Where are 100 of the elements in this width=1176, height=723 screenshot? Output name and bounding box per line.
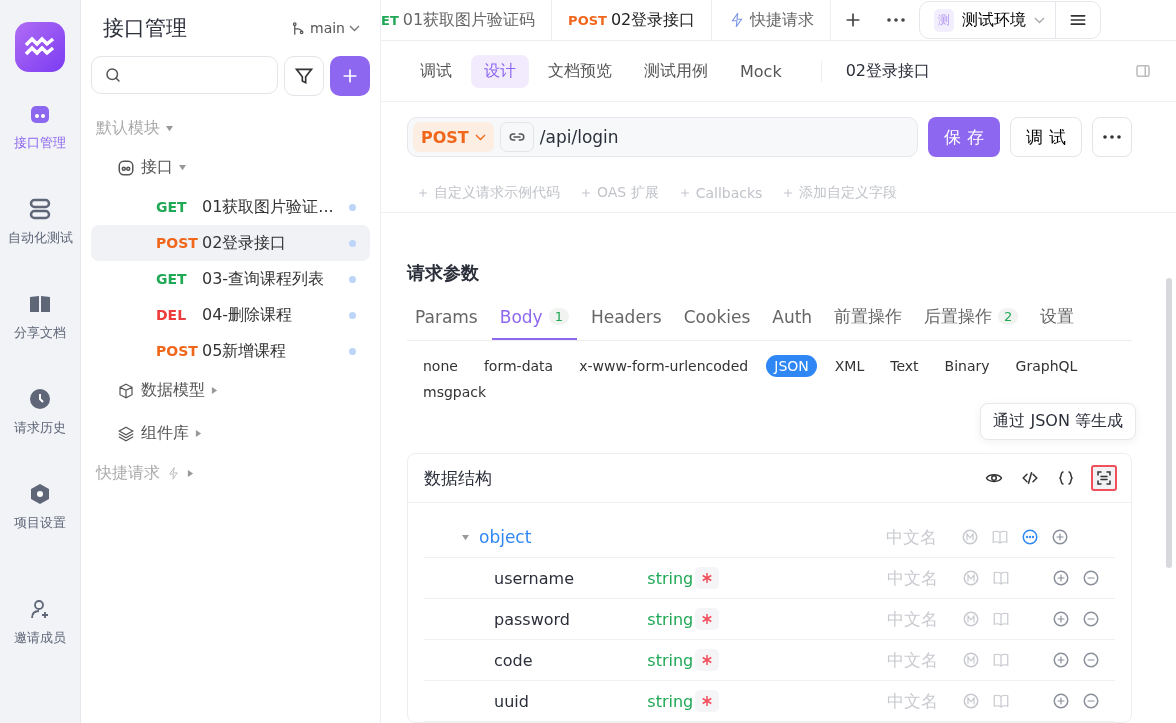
- generate-button[interactable]: [1091, 465, 1117, 491]
- more-icon: [1103, 135, 1121, 140]
- param-tab[interactable]: 后置操作 2: [916, 297, 1027, 340]
- folder-label[interactable]: 接口: [141, 157, 173, 178]
- body-type-option[interactable]: x-www-form-urlencoded: [571, 355, 757, 377]
- book-icon[interactable]: [991, 610, 1010, 628]
- mock-icon[interactable]: [961, 528, 980, 546]
- folder-label[interactable]: 数据模型: [141, 380, 205, 401]
- param-tab[interactable]: Params: [407, 297, 486, 340]
- mock-icon[interactable]: [961, 569, 980, 587]
- chevron-down-icon[interactable]: [1034, 16, 1046, 24]
- url-field[interactable]: POST /api/login: [407, 117, 918, 158]
- filter-button[interactable]: [284, 56, 324, 96]
- schema-title: 数据结构: [424, 466, 493, 490]
- field-type[interactable]: string: [647, 568, 694, 588]
- mock-icon[interactable]: [961, 610, 980, 628]
- tree-item[interactable]: POST 05新增课程: [91, 333, 370, 369]
- field-name: password: [493, 609, 571, 629]
- chevron-down-icon[interactable]: [474, 133, 486, 141]
- tree-item[interactable]: POST 02登录接口: [91, 225, 370, 261]
- caret-down-icon[interactable]: [166, 124, 173, 132]
- required-toggle[interactable]: [695, 649, 720, 671]
- param-tab[interactable]: Cookies: [675, 297, 759, 340]
- caret-right-icon[interactable]: [187, 469, 194, 477]
- param-tab[interactable]: 前置操作: [826, 297, 911, 340]
- sidebar-title: 接口管理: [103, 15, 187, 42]
- search-field[interactable]: [91, 56, 278, 94]
- more-icon[interactable]: [1021, 528, 1040, 546]
- remove-icon[interactable]: [1081, 651, 1100, 669]
- tree-item[interactable]: GET 01获取图片验证...: [91, 189, 370, 225]
- caret-down-icon[interactable]: [462, 533, 469, 541]
- layers-icon: [117, 424, 135, 443]
- view-tab[interactable]: 文档预览: [535, 54, 625, 88]
- body-type-option[interactable]: form-data: [475, 355, 562, 377]
- param-tab[interactable]: Auth: [764, 297, 821, 340]
- tree-item[interactable]: GET 03-查询课程列表: [91, 261, 370, 297]
- scrollbar[interactable]: [1166, 278, 1172, 568]
- nav-item[interactable]: 自动化测试: [7, 197, 73, 292]
- field-name: username: [493, 568, 575, 588]
- branch-icon: [291, 20, 306, 36]
- add-icon[interactable]: [1051, 692, 1070, 710]
- required-toggle[interactable]: [695, 608, 720, 630]
- nav-item[interactable]: 项目设置: [14, 482, 66, 577]
- add-icon[interactable]: [1051, 528, 1070, 546]
- body-type-option[interactable]: msgpack: [415, 381, 495, 403]
- add-icon[interactable]: [1051, 610, 1070, 628]
- book-icon[interactable]: [991, 692, 1010, 710]
- nav-item[interactable]: 分享文档: [14, 292, 66, 387]
- required-toggle[interactable]: [695, 690, 720, 712]
- caret-right-icon[interactable]: [211, 387, 218, 394]
- debug-button[interactable]: 调 试: [1010, 117, 1082, 158]
- caret-right-icon[interactable]: [195, 430, 202, 437]
- required-toggle[interactable]: [695, 567, 720, 589]
- body-type-option[interactable]: GraphQL: [1007, 355, 1086, 377]
- param-tab[interactable]: Body 1: [491, 297, 577, 340]
- field-type[interactable]: string: [647, 650, 694, 670]
- nav-item[interactable]: 请求历史: [14, 387, 66, 482]
- tree-item[interactable]: DEL 04-删除课程: [91, 297, 370, 333]
- body-type-option[interactable]: Binary: [936, 355, 998, 377]
- remove-icon[interactable]: [1081, 569, 1100, 587]
- remove-icon[interactable]: [1081, 692, 1100, 710]
- view-tab[interactable]: 测试用例: [631, 54, 721, 88]
- view-tab[interactable]: 调试: [407, 54, 465, 88]
- plus-icon: [782, 186, 795, 199]
- param-tab[interactable]: 设置: [1032, 297, 1083, 340]
- remove-icon[interactable]: [1081, 610, 1100, 628]
- field-type[interactable]: string: [647, 691, 694, 711]
- more-button[interactable]: [1092, 117, 1132, 158]
- add-icon[interactable]: [1051, 651, 1070, 669]
- view-tab[interactable]: 设计: [471, 54, 529, 88]
- branch-selector[interactable]: main: [291, 20, 360, 36]
- request-tab[interactable]: ET 01获取图片验证码: [381, 0, 553, 40]
- body-type-option[interactable]: JSON: [766, 355, 817, 377]
- body-type-option[interactable]: Text: [882, 355, 927, 377]
- asterisk-icon: [702, 655, 713, 665]
- link-icon[interactable]: [499, 122, 534, 153]
- braces-icon: [1057, 469, 1075, 487]
- add-icon[interactable]: [1051, 569, 1070, 587]
- book-icon[interactable]: [991, 651, 1010, 669]
- nav-item[interactable]: 邀请成员: [14, 597, 66, 692]
- book-icon[interactable]: [991, 528, 1010, 546]
- nav-item[interactable]: 接口管理: [14, 102, 66, 197]
- save-button[interactable]: 保 存: [928, 117, 1000, 158]
- caret-down-icon[interactable]: [179, 164, 186, 171]
- chevron-down-icon[interactable]: [349, 24, 360, 32]
- plus-icon: [678, 186, 691, 199]
- add-button[interactable]: [330, 56, 370, 96]
- app-logo[interactable]: [15, 22, 65, 72]
- mock-icon[interactable]: [961, 692, 980, 710]
- mock-icon[interactable]: [961, 651, 980, 669]
- book-icon[interactable]: [991, 569, 1010, 587]
- tooltip: 通过 JSON 等生成: [980, 403, 1136, 440]
- asterisk-icon: [702, 696, 713, 706]
- folder-label[interactable]: 组件库: [141, 423, 189, 444]
- body-type-option[interactable]: none: [415, 355, 466, 377]
- body-type-option[interactable]: XML: [826, 355, 873, 377]
- field-type[interactable]: string: [647, 609, 694, 629]
- view-tab[interactable]: Mock: [727, 55, 795, 87]
- param-tab[interactable]: Headers: [582, 297, 670, 340]
- field-name: code: [493, 650, 534, 670]
